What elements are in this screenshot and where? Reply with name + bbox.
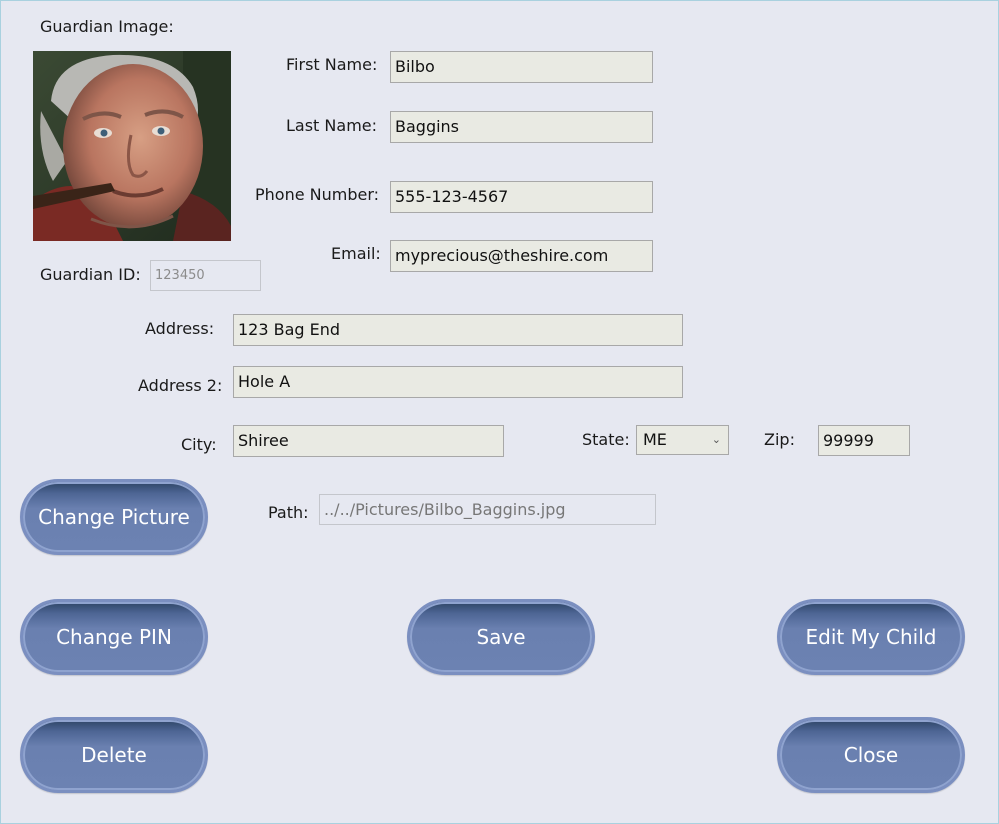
last-name-label: Last Name: — [286, 116, 378, 135]
first-name-label: First Name: — [286, 55, 378, 74]
guardian-id-field: 123450 — [150, 260, 261, 291]
state-label: State: — [582, 430, 630, 449]
chevron-down-icon: ⌄ — [711, 433, 721, 446]
address-label: Address: — [145, 319, 215, 338]
address-2-label: Address 2: — [138, 376, 223, 395]
save-button[interactable]: Save — [407, 599, 595, 675]
change-picture-button[interactable]: Change Picture — [20, 479, 208, 555]
phone-number-field[interactable]: 555-123-4567 — [390, 181, 653, 213]
delete-button[interactable]: Delete — [20, 717, 208, 793]
zip-field[interactable]: 99999 — [818, 425, 910, 456]
path-label: Path: — [268, 503, 309, 522]
picture-path-field: ../../Pictures/Bilbo_Baggins.jpg — [319, 494, 656, 525]
guardian-id-label: Guardian ID: — [40, 265, 141, 284]
edit-my-child-button[interactable]: Edit My Child — [777, 599, 965, 675]
address-2-field[interactable]: Hole A — [233, 366, 683, 398]
last-name-field[interactable]: Baggins — [390, 111, 653, 143]
state-select[interactable]: ME ⌄ — [636, 425, 729, 455]
address-field[interactable]: 123 Bag End — [233, 314, 683, 346]
guardian-image-label: Guardian Image: — [40, 17, 174, 36]
close-button[interactable]: Close — [777, 717, 965, 793]
guardian-photo — [33, 51, 231, 241]
first-name-field[interactable]: Bilbo — [390, 51, 653, 83]
guardian-edit-window: Guardian Image: First Name: Bilbo Last N… — [0, 0, 999, 824]
city-label: City: — [181, 435, 217, 454]
email-label: Email: — [331, 244, 381, 263]
email-field[interactable]: myprecious@theshire.com — [390, 240, 653, 272]
city-field[interactable]: Shiree — [233, 425, 504, 457]
state-select-value: ME — [643, 430, 667, 449]
phone-number-label: Phone Number: — [255, 185, 380, 204]
zip-label: Zip: — [764, 430, 795, 449]
guardian-photo-image — [33, 51, 231, 241]
change-pin-button[interactable]: Change PIN — [20, 599, 208, 675]
